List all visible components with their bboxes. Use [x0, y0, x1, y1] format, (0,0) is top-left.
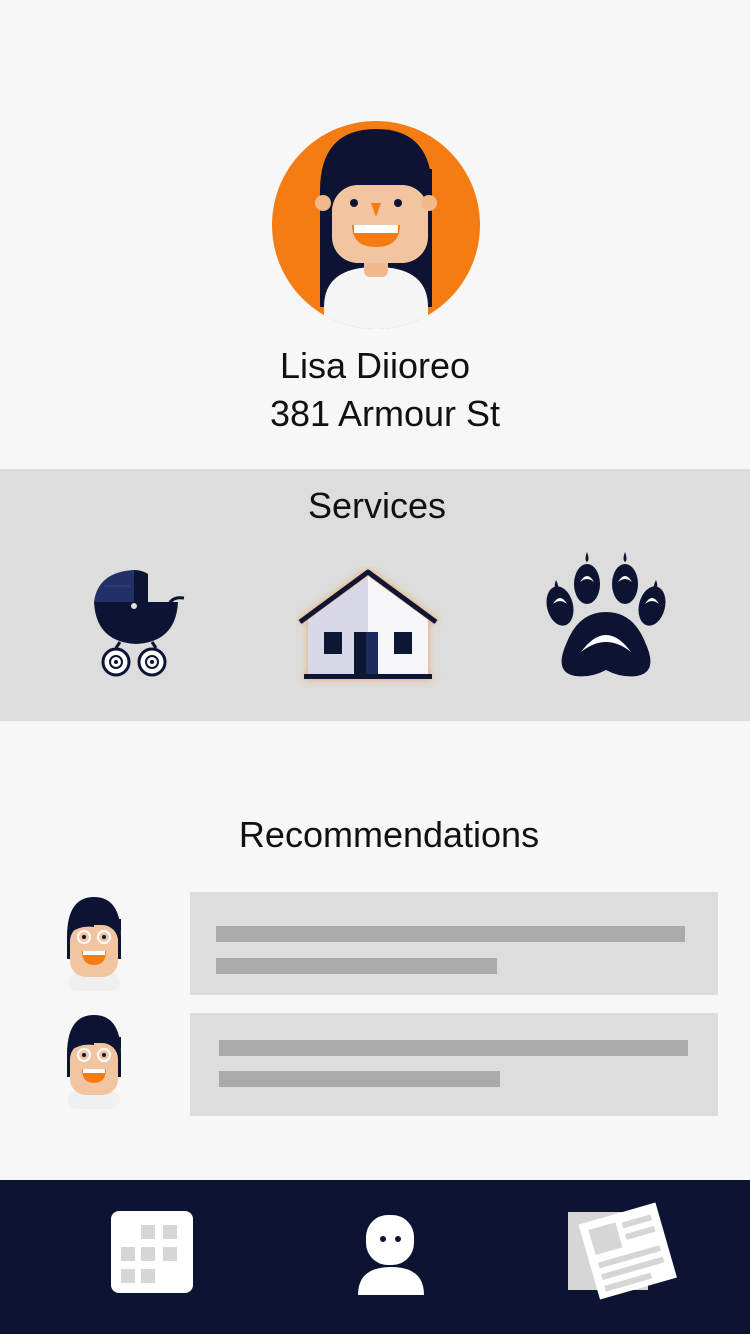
stroller-icon[interactable] — [90, 566, 190, 678]
recommendation-card[interactable] — [190, 892, 718, 995]
house-icon[interactable] — [296, 566, 442, 688]
recommendations-title: Recommendations — [238, 814, 540, 855]
recommender-avatar[interactable] — [64, 1015, 124, 1109]
text-placeholder-line — [216, 958, 497, 974]
text-placeholder-line — [219, 1071, 500, 1087]
calendar-icon[interactable] — [111, 1211, 193, 1293]
person-icon[interactable] — [356, 1213, 426, 1295]
recommender-avatar[interactable] — [64, 897, 124, 991]
newspaper-icon[interactable] — [566, 1202, 678, 1302]
services-title: Services — [307, 485, 447, 526]
profile-name: Lisa Diioreo — [279, 345, 471, 386]
text-placeholder-line — [216, 926, 685, 942]
recommendation-card[interactable] — [190, 1013, 718, 1116]
profile-address: 381 Armour St — [269, 393, 501, 434]
bottom-tab-bar — [0, 1180, 750, 1334]
paw-icon[interactable] — [545, 548, 667, 680]
profile-avatar[interactable] — [272, 121, 480, 329]
text-placeholder-line — [219, 1040, 688, 1056]
